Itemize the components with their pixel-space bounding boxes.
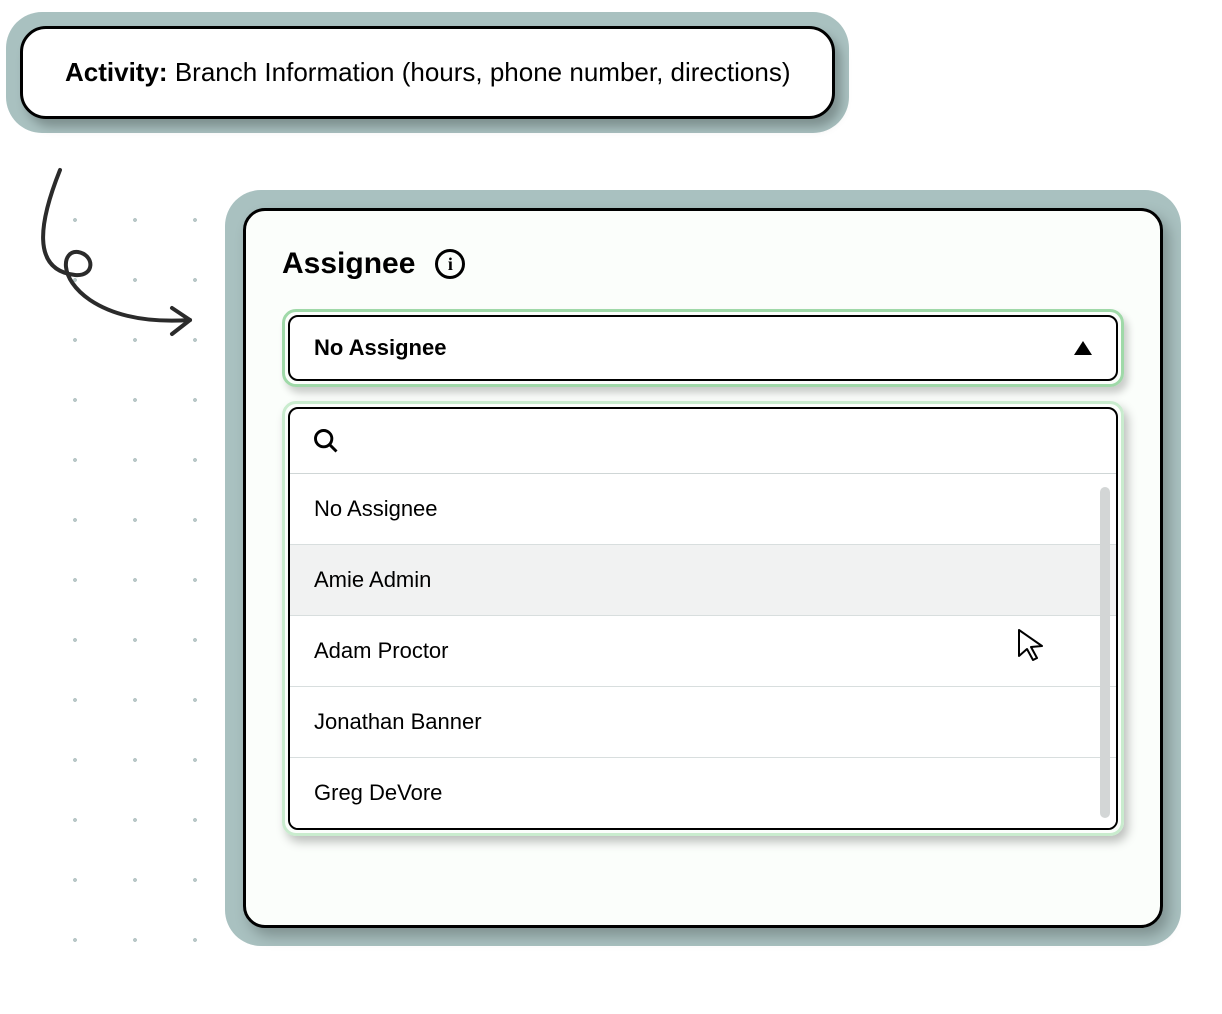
activity-value: Branch Information (hours, phone number,… <box>175 57 791 87</box>
assignee-header: Assignee i <box>282 247 1124 281</box>
activity-card: Activity: Branch Information (hours, pho… <box>20 26 835 119</box>
activity-card-frame: Activity: Branch Information (hours, pho… <box>6 12 849 133</box>
assignee-select[interactable]: No Assignee <box>288 315 1118 381</box>
cursor-icon <box>1016 628 1046 662</box>
caret-up-icon <box>1074 341 1092 355</box>
activity-label: Activity: <box>65 57 168 87</box>
scrollbar[interactable] <box>1100 487 1110 818</box>
assignee-dropdown-outline: No AssigneeAmie AdminAdam ProctorJonatha… <box>282 401 1124 836</box>
assignee-select-outline: No Assignee <box>282 309 1124 387</box>
assignee-option[interactable]: No Assignee <box>290 474 1116 545</box>
assignee-option[interactable]: Adam Proctor <box>290 616 1116 687</box>
assignee-option-list: No AssigneeAmie AdminAdam ProctorJonatha… <box>290 474 1116 828</box>
info-icon[interactable]: i <box>435 249 465 279</box>
assignee-search-input[interactable] <box>352 429 1094 454</box>
assignee-title: Assignee <box>282 247 415 281</box>
assignee-dropdown: No AssigneeAmie AdminAdam ProctorJonatha… <box>288 407 1118 830</box>
assignee-panel: Assignee i No Assignee <box>243 208 1163 928</box>
assignee-search-row[interactable] <box>290 409 1116 474</box>
connector-arrow-icon <box>20 160 220 360</box>
search-icon <box>312 427 340 455</box>
assignee-option[interactable]: Amie Admin <box>290 545 1116 616</box>
assignee-selected-value: No Assignee <box>314 335 446 361</box>
assignee-panel-frame: Assignee i No Assignee <box>225 190 1181 946</box>
assignee-option[interactable]: Greg DeVore <box>290 758 1116 828</box>
assignee-option[interactable]: Jonathan Banner <box>290 687 1116 758</box>
